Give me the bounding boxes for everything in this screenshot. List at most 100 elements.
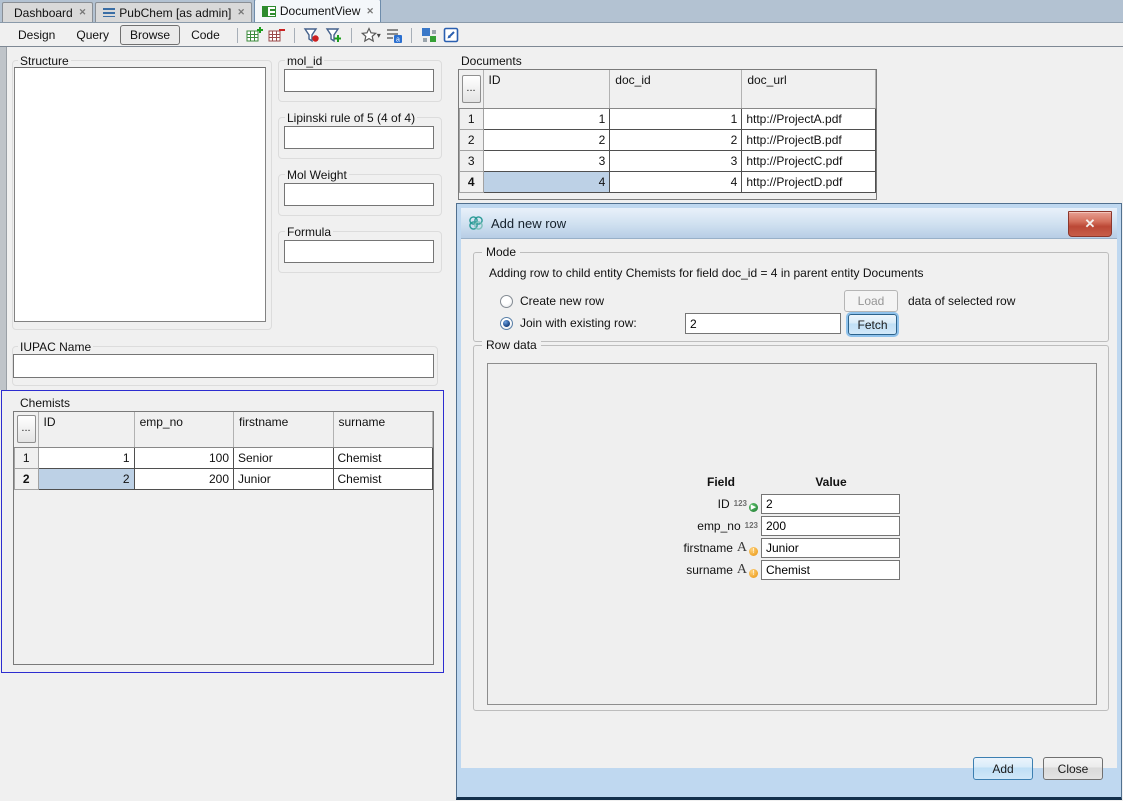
filter-remove-icon[interactable]: [301, 26, 323, 45]
column-header-id[interactable]: ID: [483, 70, 610, 108]
chemists-title: Chemists: [18, 396, 72, 410]
row-data-group: Row data Field Value ID 123 ▶: [473, 345, 1109, 711]
close-tab-icon[interactable]: ✕: [365, 6, 375, 17]
mode-browse-button[interactable]: Browse: [120, 25, 180, 45]
close-tab-icon[interactable]: ✕: [78, 7, 88, 18]
cell-surname[interactable]: Chemist: [333, 447, 433, 468]
cell-firstname[interactable]: Senior: [234, 447, 334, 468]
cell-doc-id[interactable]: 2: [610, 129, 742, 150]
cell-emp-no[interactable]: 100: [134, 447, 233, 468]
cell-doc-url[interactable]: http://ProjectD.pdf: [742, 171, 876, 192]
required-text-icon: !: [749, 547, 758, 556]
text-type-icon: A: [737, 565, 747, 575]
table-row: 1 1 1 http://ProjectA.pdf: [460, 108, 876, 129]
cell-emp-no[interactable]: 200: [134, 468, 233, 489]
table-row: 4 4 4 http://ProjectD.pdf: [460, 171, 876, 192]
firstname-value-input[interactable]: [761, 538, 900, 558]
column-header-emp-no[interactable]: emp_no: [134, 412, 233, 447]
row-number[interactable]: 4: [460, 171, 484, 192]
structure-canvas[interactable]: [14, 67, 266, 322]
cell-id[interactable]: 2: [483, 129, 610, 150]
emp-no-value-input[interactable]: [761, 516, 900, 536]
mol-weight-field[interactable]: [284, 183, 434, 206]
join-existing-label[interactable]: Join with existing row:: [520, 316, 637, 330]
iupac-field[interactable]: [13, 354, 434, 378]
column-header-firstname[interactable]: firstname: [234, 412, 334, 447]
mode-code-button[interactable]: Code: [181, 25, 230, 45]
lipinski-field[interactable]: [284, 126, 434, 149]
mode-design-button[interactable]: Design: [8, 25, 65, 45]
id-value-input[interactable]: [761, 494, 900, 514]
open-diagram-icon[interactable]: [440, 26, 462, 45]
value-column-header: Value: [761, 475, 901, 493]
add-row-icon[interactable]: [244, 26, 266, 45]
cell-doc-url[interactable]: http://ProjectA.pdf: [742, 108, 876, 129]
cell-doc-id[interactable]: 3: [610, 150, 742, 171]
join-existing-radio[interactable]: [500, 317, 513, 330]
molecule-app-icon: [468, 215, 484, 231]
filter-add-icon[interactable]: [323, 26, 345, 45]
surname-value-input[interactable]: [761, 560, 900, 580]
create-new-row-radio[interactable]: [500, 295, 513, 308]
cell-firstname[interactable]: Junior: [234, 468, 334, 489]
cell-id[interactable]: 3: [483, 150, 610, 171]
row-number[interactable]: 2: [460, 129, 484, 150]
cell-doc-url[interactable]: http://ProjectC.pdf: [742, 150, 876, 171]
svg-text:a: a: [396, 37, 400, 44]
create-new-row-label[interactable]: Create new row: [520, 294, 604, 308]
mode-group-label: Mode: [482, 245, 520, 259]
add-button[interactable]: Add: [973, 757, 1033, 780]
mode-query-button[interactable]: Query: [66, 25, 119, 45]
field-row-id: ID 123 ▶: [621, 493, 921, 515]
edit-list-icon[interactable]: a: [383, 26, 405, 45]
cell-doc-id[interactable]: 1: [610, 108, 742, 129]
formula-field[interactable]: [284, 240, 434, 263]
cell-id[interactable]: 1: [38, 447, 134, 468]
layout-blocks-icon[interactable]: [418, 26, 440, 45]
tab-dashboard[interactable]: Dashboard ✕: [2, 2, 93, 22]
dropdown-arrow-icon[interactable]: ▾: [377, 31, 381, 40]
table-options-button[interactable]: ...: [17, 415, 36, 443]
column-header-id[interactable]: ID: [38, 412, 134, 447]
toolbar-separator: [294, 28, 295, 43]
field-name: emp_no: [697, 519, 740, 533]
tab-pubchem[interactable]: PubChem [as admin] ✕: [95, 2, 252, 22]
cell-doc-url[interactable]: http://ProjectB.pdf: [742, 129, 876, 150]
join-row-id-input[interactable]: [685, 313, 841, 334]
field-name: ID: [718, 497, 730, 511]
column-header-doc-url[interactable]: doc_url: [742, 70, 876, 108]
load-button[interactable]: Load: [844, 290, 898, 312]
field-row-firstname: firstname A !: [621, 537, 921, 559]
column-header-doc-id[interactable]: doc_id: [610, 70, 742, 108]
fetch-button[interactable]: Fetch: [848, 314, 897, 335]
close-button[interactable]: Close: [1043, 757, 1103, 780]
cell-doc-id[interactable]: 4: [610, 171, 742, 192]
table-options-button[interactable]: ...: [462, 75, 481, 103]
tab-documentview[interactable]: DocumentView ✕: [254, 0, 381, 22]
row-number[interactable]: 1: [15, 447, 39, 468]
row-number[interactable]: 3: [460, 150, 484, 171]
lipinski-label: Lipinski rule of 5 (4 of 4): [285, 111, 417, 125]
panel-edge-gutter: [0, 47, 7, 390]
cell-surname[interactable]: Chemist: [333, 468, 433, 489]
cell-id-selected[interactable]: 4: [483, 171, 610, 192]
field-name: surname: [686, 563, 733, 577]
cell-id[interactable]: 1: [483, 108, 610, 129]
column-header-surname[interactable]: surname: [333, 412, 433, 447]
cell-id-selected[interactable]: 2: [38, 468, 134, 489]
toolbar-separator: [351, 28, 352, 43]
row-data-form: Field Value ID 123 ▶ emp_no: [621, 475, 921, 581]
mol-id-field[interactable]: [284, 69, 434, 92]
table-row: 1 1 100 Senior Chemist: [15, 447, 433, 468]
row-number[interactable]: 1: [460, 108, 484, 129]
field-row-emp-no: emp_no 123: [621, 515, 921, 537]
dialog-close-icon[interactable]: ✕: [1068, 211, 1112, 237]
delete-row-icon[interactable]: [266, 26, 288, 45]
close-tab-icon[interactable]: ✕: [236, 7, 246, 18]
row-number[interactable]: 2: [15, 468, 39, 489]
grid-view-icon: [103, 8, 115, 17]
text-type-icon: A: [737, 543, 747, 553]
field-name: firstname: [684, 541, 733, 555]
dialog-title-bar[interactable]: Add new row ✕: [461, 208, 1117, 238]
mol-id-label: mol_id: [285, 54, 324, 68]
